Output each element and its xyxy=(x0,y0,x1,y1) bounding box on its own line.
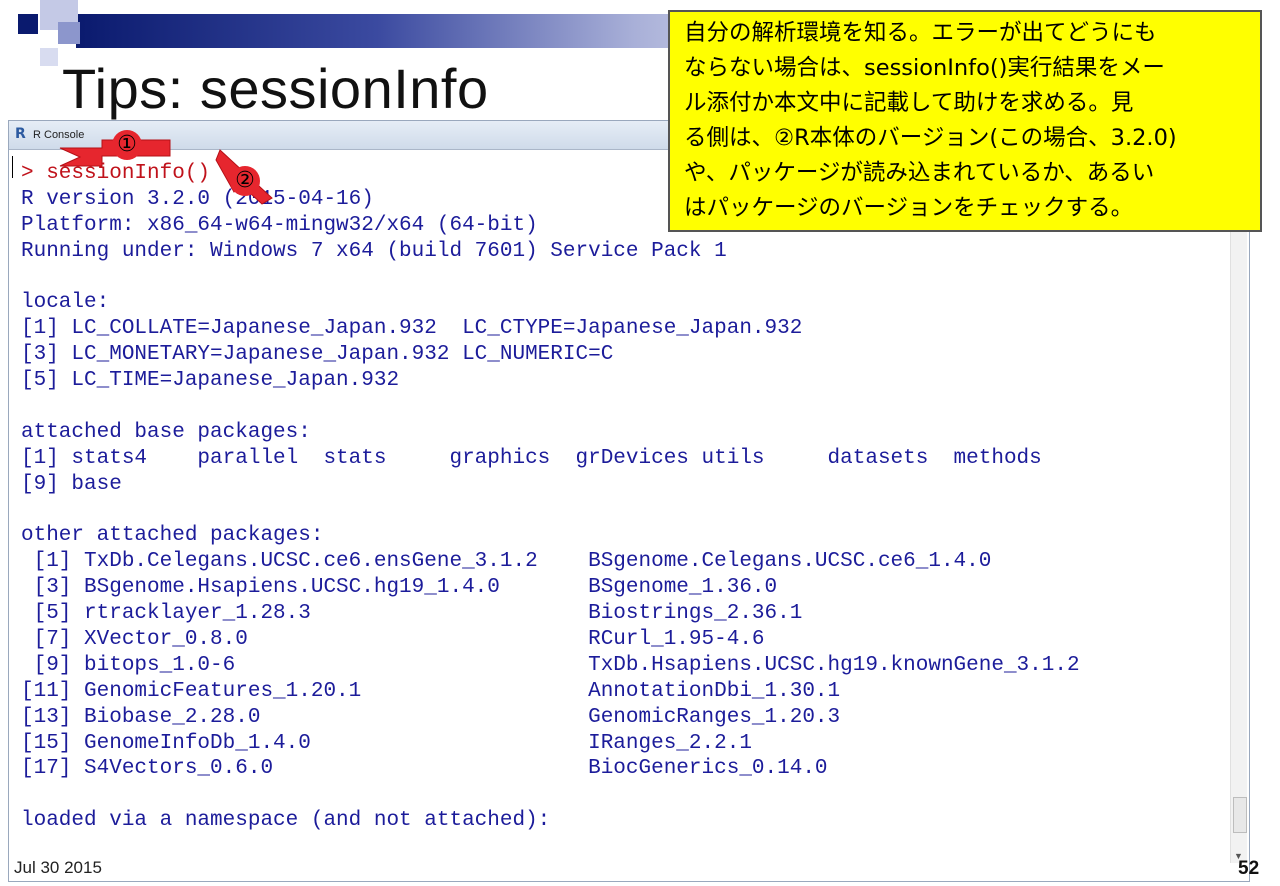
console-output-line: attached base packages: xyxy=(21,420,311,444)
callout-line: ル添付か本文中に記載して助けを求める。見 xyxy=(684,90,1134,116)
decor-square xyxy=(40,48,58,66)
console-output-line: locale: xyxy=(21,291,110,315)
decor-square xyxy=(18,14,38,34)
console-output-line: [11] GenomicFeatures_1.20.1 AnnotationDb… xyxy=(21,679,841,703)
console-output-line: [15] GenomeInfoDb_1.4.0 IRanges_2.2.1 xyxy=(21,731,752,755)
console-output-line: [3] BSgenome.Hsapiens.UCSC.hg19_1.4.0 BS… xyxy=(21,576,778,600)
console-output-line: [3] LC_MONETARY=Japanese_Japan.932 LC_NU… xyxy=(21,343,614,367)
footer-date: Jul 30 2015 xyxy=(14,858,102,877)
console-output[interactable]: > sessionInfo() R version 3.2.0 (2015-04… xyxy=(21,161,1219,861)
marker-two: ② xyxy=(230,166,260,196)
scrollbar-thumb[interactable] xyxy=(1233,797,1247,833)
console-output-line: Running under: Windows 7 x64 (build 7601… xyxy=(21,239,727,263)
console-output-line: [13] Biobase_2.28.0 GenomicRanges_1.20.3 xyxy=(21,705,841,729)
console-output-line: loaded via a namespace (and not attached… xyxy=(21,809,551,833)
annotation-callout: 自分の解析環境を知る。エラーが出てどうにも ならない場合は、sessionInf… xyxy=(668,10,1262,232)
console-output-line: [5] LC_TIME=Japanese_Japan.932 xyxy=(21,369,400,393)
page-number: 52 xyxy=(1238,858,1260,879)
r-logo-icon: R xyxy=(15,126,26,142)
console-output-line: [1] LC_COLLATE=Japanese_Japan.932 LC_CTY… xyxy=(21,317,803,341)
console-output-line: [9] bitops_1.0-6 TxDb.Hsapiens.UCSC.hg19… xyxy=(21,653,1080,677)
text-cursor xyxy=(12,156,13,178)
callout-line: る側は、②R本体のバージョン(この場合、3.2.0) xyxy=(684,125,1177,151)
callout-line: はパッケージのバージョンをチェックする。 xyxy=(684,195,1134,221)
decor-square xyxy=(58,22,80,44)
callout-line: や、パッケージが読み込まれているか、あるい xyxy=(684,160,1155,186)
callout-line: 自分の解析環境を知る。エラーが出てどうにも xyxy=(684,20,1157,46)
console-output-line: [17] S4Vectors_0.6.0 BiocGenerics_0.14.0 xyxy=(21,757,828,781)
slide-title: Tips: sessionInfo xyxy=(62,57,489,120)
console-output-line: [1] TxDb.Celegans.UCSC.ce6.ensGene_3.1.2… xyxy=(21,550,992,574)
console-output-line: [7] XVector_0.8.0 RCurl_1.95-4.6 xyxy=(21,628,765,652)
console-window-title: R Console xyxy=(33,129,85,141)
r-console-window[interactable]: R R Console > sessionInfo() R version 3.… xyxy=(8,120,1250,882)
vertical-scrollbar[interactable]: ▲ ▼ xyxy=(1230,151,1247,863)
marker-one: ① xyxy=(112,130,142,160)
console-output-line: [1] stats4 parallel stats graphics grDev… xyxy=(21,446,1042,470)
console-output-line: other attached packages: xyxy=(21,524,324,548)
console-output-line: [9] base xyxy=(21,472,122,496)
callout-line: ならない場合は、sessionInfo()実行結果をメー xyxy=(684,55,1165,81)
console-output-line: [5] rtracklayer_1.28.3 Biostrings_2.36.1 xyxy=(21,602,803,626)
